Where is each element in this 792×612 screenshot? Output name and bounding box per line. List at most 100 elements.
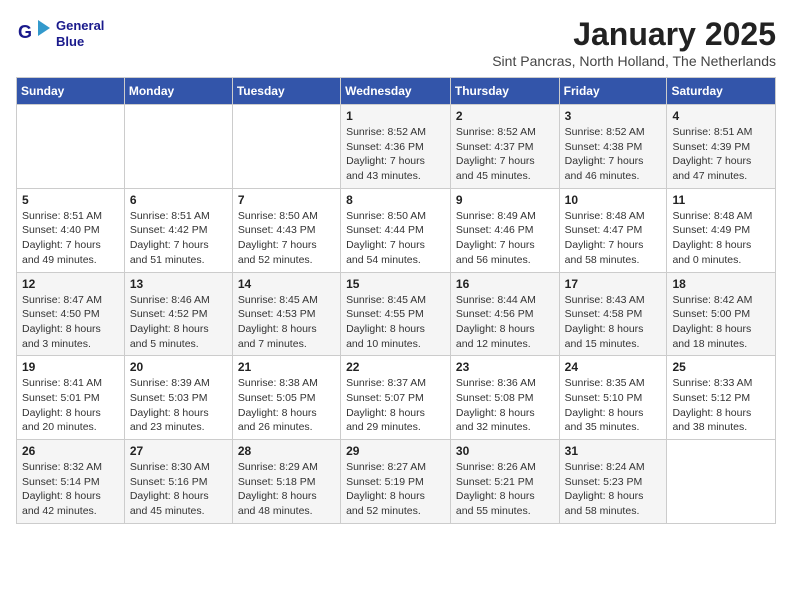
logo-icon: G <box>16 16 52 52</box>
calendar-week-row: 19 Sunrise: 8:41 AMSunset: 5:01 PMDayligh… <box>17 356 776 440</box>
calendar-cell: 13Sunrise: 8:46 AMSunset: 4:52 PMDayligh… <box>124 272 232 356</box>
calendar-week-row: 5 Sunrise: 8:51 AMSunset: 4:40 PMDaylight… <box>17 188 776 272</box>
calendar-cell <box>232 105 340 189</box>
day-number: 12 <box>22 277 119 291</box>
day-number: 28 <box>238 444 335 458</box>
calendar-cell: 26 Sunrise: 8:32 AMSunset: 5:14 PMDayligh… <box>17 440 125 524</box>
day-info: Sunrise: 8:32 AMSunset: 5:14 PMDaylight:… <box>22 460 119 519</box>
calendar-week-row: 1 Sunrise: 8:52 AMSunset: 4:36 PMDaylight… <box>17 105 776 189</box>
day-number: 15 <box>346 277 445 291</box>
day-info: Sunrise: 8:48 AMSunset: 4:49 PMDaylight:… <box>672 209 770 268</box>
day-number: 30 <box>456 444 554 458</box>
day-number: 5 <box>22 193 119 207</box>
calendar-cell: 4 Sunrise: 8:51 AMSunset: 4:39 PMDaylight… <box>667 105 776 189</box>
calendar-cell: 20 Sunrise: 8:39 AMSunset: 5:03 PMDayligh… <box>124 356 232 440</box>
calendar-cell: 8 Sunrise: 8:50 AMSunset: 4:44 PMDaylight… <box>341 188 451 272</box>
calendar-cell: 28 Sunrise: 8:29 AMSunset: 5:18 PMDayligh… <box>232 440 340 524</box>
day-number: 26 <box>22 444 119 458</box>
day-info: Sunrise: 8:42 AMSunset: 5:00 PMDaylight:… <box>672 293 770 352</box>
calendar-cell: 12 Sunrise: 8:47 AMSunset: 4:50 PMDayligh… <box>17 272 125 356</box>
day-info: Sunrise: 8:29 AMSunset: 5:18 PMDaylight:… <box>238 460 335 519</box>
day-info: Sunrise: 8:52 AMSunset: 4:37 PMDaylight:… <box>456 125 554 184</box>
calendar-cell: 19 Sunrise: 8:41 AMSunset: 5:01 PMDayligh… <box>17 356 125 440</box>
day-number: 6 <box>130 193 227 207</box>
weekday-header-row: SundayMondayTuesdayWednesdayThursdayFrid… <box>17 78 776 105</box>
calendar-week-row: 12 Sunrise: 8:47 AMSunset: 4:50 PMDayligh… <box>17 272 776 356</box>
logo-line2: Blue <box>56 34 104 50</box>
day-info: Sunrise: 8:49 AMSunset: 4:46 PMDaylight:… <box>456 209 554 268</box>
day-info: Sunrise: 8:51 AMSunset: 4:40 PMDaylight:… <box>22 209 119 268</box>
calendar-cell: 18Sunrise: 8:42 AMSunset: 5:00 PMDayligh… <box>667 272 776 356</box>
calendar-cell: 2Sunrise: 8:52 AMSunset: 4:37 PMDaylight… <box>450 105 559 189</box>
day-info: Sunrise: 8:39 AMSunset: 5:03 PMDaylight:… <box>130 376 227 435</box>
day-number: 23 <box>456 360 554 374</box>
day-number: 19 <box>22 360 119 374</box>
month-title: January 2025 <box>492 16 776 53</box>
weekday-header-tuesday: Tuesday <box>232 78 340 105</box>
day-info: Sunrise: 8:51 AMSunset: 4:39 PMDaylight:… <box>672 125 770 184</box>
day-number: 7 <box>238 193 335 207</box>
day-info: Sunrise: 8:35 AMSunset: 5:10 PMDaylight:… <box>565 376 662 435</box>
day-info: Sunrise: 8:50 AMSunset: 4:44 PMDaylight:… <box>346 209 445 268</box>
calendar-cell: 16 Sunrise: 8:44 AMSunset: 4:56 PMDayligh… <box>450 272 559 356</box>
logo: G General Blue <box>16 16 104 52</box>
calendar-cell: 10Sunrise: 8:48 AMSunset: 4:47 PMDayligh… <box>559 188 667 272</box>
day-info: Sunrise: 8:33 AMSunset: 5:12 PMDaylight:… <box>672 376 770 435</box>
day-info: Sunrise: 8:26 AMSunset: 5:21 PMDaylight:… <box>456 460 554 519</box>
calendar-cell: 5 Sunrise: 8:51 AMSunset: 4:40 PMDaylight… <box>17 188 125 272</box>
day-number: 22 <box>346 360 445 374</box>
day-info: Sunrise: 8:30 AMSunset: 5:16 PMDaylight:… <box>130 460 227 519</box>
day-number: 21 <box>238 360 335 374</box>
day-number: 20 <box>130 360 227 374</box>
day-info: Sunrise: 8:41 AMSunset: 5:01 PMDaylight:… <box>22 376 119 435</box>
calendar-body: 1 Sunrise: 8:52 AMSunset: 4:36 PMDaylight… <box>17 105 776 524</box>
calendar-cell: 31Sunrise: 8:24 AMSunset: 5:23 PMDayligh… <box>559 440 667 524</box>
day-number: 1 <box>346 109 445 123</box>
day-info: Sunrise: 8:52 AMSunset: 4:38 PMDaylight:… <box>565 125 662 184</box>
day-info: Sunrise: 8:52 AMSunset: 4:36 PMDaylight:… <box>346 125 445 184</box>
day-number: 27 <box>130 444 227 458</box>
calendar-cell: 30 Sunrise: 8:26 AMSunset: 5:21 PMDayligh… <box>450 440 559 524</box>
day-info: Sunrise: 8:47 AMSunset: 4:50 PMDaylight:… <box>22 293 119 352</box>
calendar-week-row: 26 Sunrise: 8:32 AMSunset: 5:14 PMDayligh… <box>17 440 776 524</box>
weekday-header-wednesday: Wednesday <box>341 78 451 105</box>
day-info: Sunrise: 8:27 AMSunset: 5:19 PMDaylight:… <box>346 460 445 519</box>
day-number: 24 <box>565 360 662 374</box>
svg-text:G: G <box>18 22 32 42</box>
calendar-cell: 15 Sunrise: 8:45 AMSunset: 4:55 PMDayligh… <box>341 272 451 356</box>
calendar-cell: 22 Sunrise: 8:37 AMSunset: 5:07 PMDayligh… <box>341 356 451 440</box>
day-info: Sunrise: 8:51 AMSunset: 4:42 PMDaylight:… <box>130 209 227 268</box>
day-info: Sunrise: 8:45 AMSunset: 4:55 PMDaylight:… <box>346 293 445 352</box>
weekday-header-saturday: Saturday <box>667 78 776 105</box>
weekday-header-monday: Monday <box>124 78 232 105</box>
day-info: Sunrise: 8:36 AMSunset: 5:08 PMDaylight:… <box>456 376 554 435</box>
day-info: Sunrise: 8:43 AMSunset: 4:58 PMDaylight:… <box>565 293 662 352</box>
calendar-header: SundayMondayTuesdayWednesdayThursdayFrid… <box>17 78 776 105</box>
calendar-cell: 9Sunrise: 8:49 AMSunset: 4:46 PMDaylight… <box>450 188 559 272</box>
day-number: 10 <box>565 193 662 207</box>
calendar-cell: 27 Sunrise: 8:30 AMSunset: 5:16 PMDayligh… <box>124 440 232 524</box>
logo-line1: General <box>56 18 104 34</box>
day-number: 3 <box>565 109 662 123</box>
calendar-cell <box>17 105 125 189</box>
calendar-cell: 14Sunrise: 8:45 AMSunset: 4:53 PMDayligh… <box>232 272 340 356</box>
day-number: 16 <box>456 277 554 291</box>
day-number: 17 <box>565 277 662 291</box>
day-number: 11 <box>672 193 770 207</box>
day-number: 25 <box>672 360 770 374</box>
day-info: Sunrise: 8:45 AMSunset: 4:53 PMDaylight:… <box>238 293 335 352</box>
calendar-cell <box>124 105 232 189</box>
day-number: 31 <box>565 444 662 458</box>
subtitle: Sint Pancras, North Holland, The Netherl… <box>492 53 776 69</box>
day-number: 8 <box>346 193 445 207</box>
calendar-cell: 24 Sunrise: 8:35 AMSunset: 5:10 PMDayligh… <box>559 356 667 440</box>
title-block: January 2025 Sint Pancras, North Holland… <box>492 16 776 69</box>
day-number: 4 <box>672 109 770 123</box>
day-info: Sunrise: 8:44 AMSunset: 4:56 PMDaylight:… <box>456 293 554 352</box>
calendar-cell: 23 Sunrise: 8:36 AMSunset: 5:08 PMDayligh… <box>450 356 559 440</box>
weekday-header-sunday: Sunday <box>17 78 125 105</box>
calendar-cell <box>667 440 776 524</box>
calendar-cell: 11 Sunrise: 8:48 AMSunset: 4:49 PMDayligh… <box>667 188 776 272</box>
day-info: Sunrise: 8:37 AMSunset: 5:07 PMDaylight:… <box>346 376 445 435</box>
calendar-cell: 25 Sunrise: 8:33 AMSunset: 5:12 PMDayligh… <box>667 356 776 440</box>
